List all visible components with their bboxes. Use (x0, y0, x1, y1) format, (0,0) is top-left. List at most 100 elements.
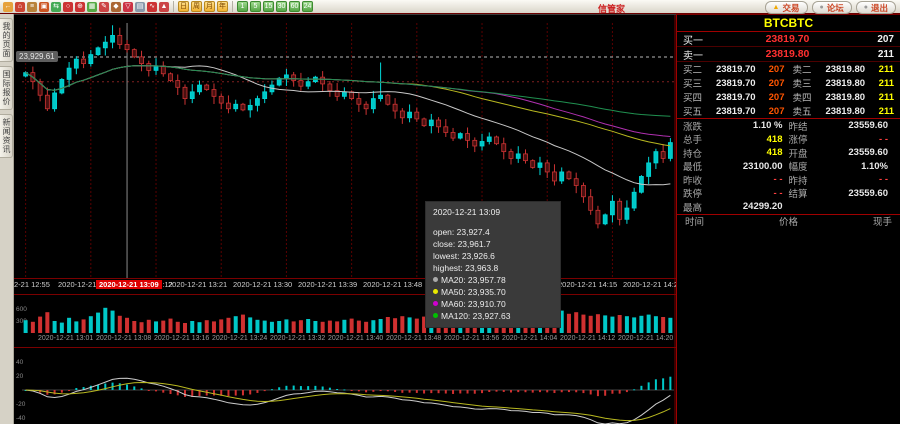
period-button-15min[interactable]: 15 (263, 1, 274, 12)
depth-level-row[interactable]: 买二23819.70207卖二23819.80211 (677, 62, 900, 76)
refresh-icon[interactable]: ⇆ (51, 2, 61, 12)
info-value: 23100.00 (714, 161, 788, 172)
ma-color-dot-icon (433, 313, 438, 318)
bid1-row[interactable]: 买一 23819.70 207 (677, 32, 900, 47)
depth-levels: 买二23819.70207卖二23819.80211买三23819.70207卖… (677, 62, 900, 118)
depth-cell: 买三 (683, 76, 708, 90)
info-value: 23559.60 (820, 120, 894, 131)
tooltip-row: open: 23,927.4 (433, 226, 553, 238)
info-value: 23559.60 (820, 188, 894, 199)
period-button-月[interactable]: 月 (204, 1, 215, 12)
svg-text:-40: -40 (16, 415, 26, 422)
sidebar-tab-国际报价[interactable]: 国际报价 (0, 66, 13, 110)
info-value: - - (820, 134, 894, 145)
toolbox-icon[interactable]: ▣ (39, 2, 49, 12)
chart-canvas[interactable]: 6003004020-20-40 (14, 15, 676, 424)
top-button-交易[interactable]: ▲交易 (765, 1, 808, 14)
axis-label-highlighted: 2020-12-21 13:09 (96, 280, 162, 289)
depth-level-row[interactable]: 买三23819.70207卖三23819.80211 (677, 76, 900, 90)
svg-text:20: 20 (16, 373, 24, 380)
books-icon[interactable]: ≡ (27, 2, 37, 12)
info-label: 结算 (789, 186, 820, 200)
screenshot-icon[interactable]: ▦ (87, 2, 97, 12)
depth-level-row[interactable]: 买五23819.70207卖五23819.80211 (677, 104, 900, 118)
time-axis-volume: 2020-12-21 13:012020-12-21 13:082020-12-… (14, 334, 676, 347)
depth-cell: 211 (871, 92, 894, 103)
sidebar-tab-我的页面[interactable]: 我的页面 (0, 18, 13, 62)
edit-icon[interactable]: ✎ (99, 2, 109, 12)
axis-label: 2020-12-21 14:04 (502, 335, 557, 342)
stats-icon[interactable]: ▲ (159, 2, 169, 12)
info-value: 418 (714, 147, 788, 158)
top-button-退出[interactable]: ●退出 (856, 1, 896, 14)
depth-cell: 207 (762, 106, 785, 117)
info-value: 24299.20 (714, 201, 788, 212)
depth-cell: 23819.80 (817, 64, 871, 75)
toolbar-separator (173, 1, 174, 12)
info-value: 1.10% (820, 161, 894, 172)
info-value: - - (714, 174, 788, 185)
tooltip-datetime: 2020-12-21 13:09 (433, 207, 553, 217)
depth-cell: 207 (762, 64, 785, 75)
ma-color-dot-icon (433, 277, 438, 282)
trend-icon[interactable]: ∿ (147, 2, 157, 12)
period-buttons-daily: 日周月年 (177, 1, 229, 12)
tape-header-cell: 现手 (873, 214, 892, 228)
period-button-5min[interactable]: 5 (250, 1, 261, 12)
depth-cell: 买五 (683, 104, 708, 118)
toolbar-separator (232, 1, 233, 12)
svg-text:40: 40 (16, 359, 24, 366)
period-button-周[interactable]: 周 (191, 1, 202, 12)
period-button-24min[interactable]: 24 (302, 1, 313, 12)
filter-icon[interactable]: ▽ (123, 2, 133, 12)
app-title: 信管家 (598, 2, 625, 15)
axis-label: 2020-12-21 14:12 (560, 335, 615, 342)
home-icon[interactable]: ⌂ (15, 2, 25, 12)
depth-cell: 23819.80 (817, 92, 871, 103)
depth-cell: 207 (762, 78, 785, 89)
time-axis-main: 2-21 12:552020-12-21 13:2020-12-21 13:09… (14, 279, 676, 294)
toolbar-icons: ←⌂≡▣⇆○⊕▦✎◆▽▤∿▲ (2, 2, 170, 12)
quote-info-row: 最高24299.20 (677, 200, 900, 214)
depth-cell: 卖四 (793, 90, 818, 104)
info-label: 总手 (683, 132, 714, 146)
depth-level-row[interactable]: 买四23819.70207卖四23819.80211 (677, 90, 900, 104)
quote-info-row: 持仓418开盘23559.60 (677, 146, 900, 160)
info-value: 418 (714, 134, 788, 145)
period-button-30min[interactable]: 30 (276, 1, 287, 12)
zoom-out-icon[interactable]: ○ (63, 2, 73, 12)
ma-color-dot-icon (433, 289, 438, 294)
back-icon[interactable]: ← (3, 2, 13, 12)
bid1-label: 买一 (683, 32, 717, 47)
period-button-1min[interactable]: 1 (237, 1, 248, 12)
axis-label: 2020-12-21 13:01 (38, 335, 93, 342)
depth-cell: 23819.70 (708, 106, 762, 117)
axis-label: 2020-12-21 13:32 (270, 335, 325, 342)
chat-icon: ● (820, 4, 824, 11)
info-label: 最低 (683, 159, 714, 173)
top-button-label: 交易 (782, 2, 799, 14)
top-button-论坛[interactable]: ●论坛 (812, 1, 852, 14)
period-button-60min[interactable]: 60 (289, 1, 300, 12)
info-label: 昨结 (789, 119, 820, 133)
ask1-row[interactable]: 卖一 23819.80 211 (677, 47, 900, 62)
tape-header-cell: 价格 (779, 214, 798, 228)
depth-cell: 23819.80 (817, 78, 871, 89)
toolbar: ←⌂≡▣⇆○⊕▦✎◆▽▤∿▲ 日周月年 1515306024 信管家 ▲交易●论… (0, 0, 900, 14)
period-button-日[interactable]: 日 (178, 1, 189, 12)
tooltip-ma-row: MA60: 23,910.70 (433, 298, 553, 310)
info-label: 持仓 (683, 146, 714, 160)
period-button-年[interactable]: 年 (217, 1, 228, 12)
info-label: 涨跌 (683, 119, 714, 133)
tooltip-row: close: 23,961.7 (433, 238, 553, 250)
sidebar-tab-新闻资讯[interactable]: 新闻资讯 (0, 114, 13, 158)
axis-label: 2020-12-21 13:16 (154, 335, 209, 342)
axis-label: 2-21 12:55 (14, 280, 50, 289)
tooltip-ma-row: MA20: 23,957.78 (433, 274, 553, 286)
calculator-icon[interactable]: ▤ (135, 2, 145, 12)
draw-icon[interactable]: ◆ (111, 2, 121, 12)
axis-label: 2020-12-21 14:24 (623, 280, 676, 289)
axis-label: 2020-12-21 13:48 (363, 280, 422, 289)
quote-info-row: 涨跌1.10 %昨结23559.60 (677, 119, 900, 133)
zoom-in-icon[interactable]: ⊕ (75, 2, 85, 12)
